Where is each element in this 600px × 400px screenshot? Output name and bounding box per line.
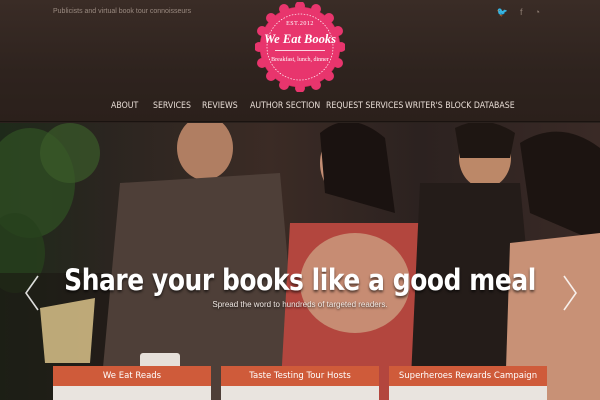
chevron-left-icon bbox=[25, 275, 39, 311]
nav-item-writers-block-database[interactable]: WRITER'S BLOCK DATABASE bbox=[405, 101, 515, 111]
chevron-right-icon bbox=[563, 275, 577, 311]
site-tagline: Publicists and virtual book tour connois… bbox=[53, 8, 192, 15]
feature-title: We Eat Reads bbox=[53, 366, 211, 386]
feature-image bbox=[221, 386, 379, 400]
main-nav: ABOUT SERVICES REVIEWS AUTHOR SECTION RE… bbox=[0, 101, 600, 115]
feature-image bbox=[53, 386, 211, 400]
feature-image bbox=[389, 386, 547, 400]
social-links: 🐦 f ◔ bbox=[497, 7, 540, 17]
logo-subtitle: Breakfast, lunch, dinner bbox=[271, 57, 329, 63]
site-logo[interactable]: EST.2012 We Eat Books Breakfast, lunch, … bbox=[255, 2, 345, 92]
slider-prev-button[interactable] bbox=[22, 273, 42, 313]
slider-next-button[interactable] bbox=[560, 273, 580, 313]
nav-item-about[interactable]: ABOUT bbox=[111, 101, 138, 111]
feature-card-taste-testing[interactable]: Taste Testing Tour Hosts bbox=[221, 366, 379, 400]
logo-est: EST.2012 bbox=[286, 21, 314, 27]
feature-title: Superheroes Rewards Campaign bbox=[389, 366, 547, 386]
facebook-icon[interactable]: f bbox=[520, 7, 523, 17]
feature-card-we-eat-reads[interactable]: We Eat Reads bbox=[53, 366, 211, 400]
site-header: Publicists and virtual book tour connois… bbox=[0, 0, 600, 122]
hero-photo bbox=[0, 123, 600, 400]
hero-slider: Share your books like a good meal Spread… bbox=[0, 123, 600, 400]
rss-icon[interactable]: ◔ bbox=[535, 7, 540, 17]
feature-title: Taste Testing Tour Hosts bbox=[221, 366, 379, 386]
twitter-icon[interactable]: 🐦 bbox=[497, 7, 508, 17]
hero-title: Share your books like a good meal bbox=[64, 263, 536, 297]
nav-item-author-section[interactable]: AUTHOR SECTION bbox=[250, 101, 320, 111]
feature-card-superheroes[interactable]: Superheroes Rewards Campaign bbox=[389, 366, 547, 400]
nav-item-request-services[interactable]: REQUEST SERVICES bbox=[326, 101, 403, 111]
logo-name: We Eat Books bbox=[264, 32, 336, 46]
nav-item-services[interactable]: SERVICES bbox=[153, 101, 191, 111]
hero-subtitle: Spread the word to hundreds of targeted … bbox=[212, 300, 388, 309]
nav-item-reviews[interactable]: REVIEWS bbox=[202, 101, 238, 111]
logo-badge-icon bbox=[255, 2, 345, 92]
